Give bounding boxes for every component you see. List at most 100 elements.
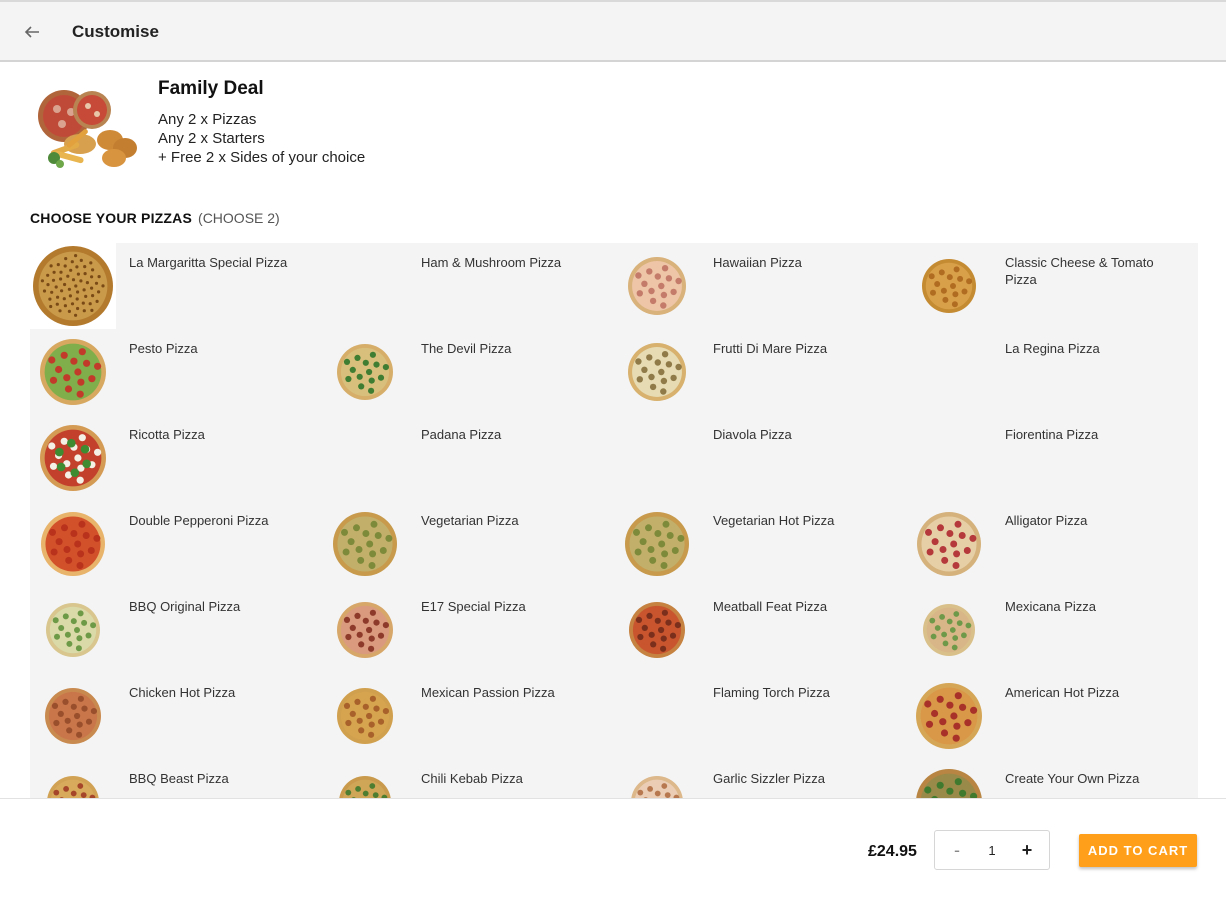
pizza-option[interactable]: Padana Pizza xyxy=(322,415,614,501)
pizza-thumbnail xyxy=(906,501,992,587)
pizza-name: Flaming Torch Pizza xyxy=(713,685,830,700)
pizza-option[interactable]: E17 Special Pizza xyxy=(322,587,614,673)
pizza-option[interactable]: Pesto Pizza xyxy=(30,329,322,415)
pizza-option[interactable]: BBQ Beast Pizza xyxy=(30,759,322,798)
pizza-option[interactable]: Create Your Own Pizza xyxy=(906,759,1198,798)
pizza-name: Chicken Hot Pizza xyxy=(129,685,236,700)
pizza-thumbnail xyxy=(30,673,116,759)
pizza-option[interactable]: Meatball Feat Pizza xyxy=(614,587,906,673)
pizza-option[interactable]: Garlic Sizzler Pizza xyxy=(614,759,906,798)
arrow-back-icon xyxy=(24,26,39,38)
section-heading: CHOOSE YOUR PIZZAS (CHOOSE 2) xyxy=(30,210,280,226)
pizza-image xyxy=(629,602,685,658)
quantity-input[interactable] xyxy=(975,831,1009,869)
pizza-option[interactable]: Classic Cheese & Tomato Pizza xyxy=(906,243,1198,329)
pizza-thumbnail xyxy=(906,673,992,759)
pizza-grid: La Margaritta Special Pizza Ham & Mushroo… xyxy=(30,243,1198,798)
pizza-option[interactable]: Chili Kebab Pizza xyxy=(322,759,614,798)
pizza-image xyxy=(614,415,700,501)
pizza-name: Alligator Pizza xyxy=(1005,513,1088,528)
pizza-image xyxy=(906,329,992,415)
pizza-image xyxy=(40,339,106,405)
pizza-thumbnail xyxy=(322,243,408,329)
pizza-image xyxy=(33,246,113,326)
pizza-thumbnail xyxy=(614,587,700,673)
pizza-thumbnail xyxy=(906,329,992,415)
pizza-thumbnail xyxy=(30,415,116,501)
decrease-quantity-button[interactable]: - xyxy=(939,831,975,869)
pizza-thumbnail xyxy=(322,501,408,587)
pizza-option[interactable]: Diavola Pizza xyxy=(614,415,906,501)
pizza-image xyxy=(47,776,99,798)
pizza-name: Classic Cheese & Tomato Pizza xyxy=(1005,255,1154,287)
pizza-thumbnail xyxy=(322,587,408,673)
back-button[interactable] xyxy=(20,20,44,44)
pizza-name: Padana Pizza xyxy=(421,427,502,442)
pizza-option[interactable]: Chicken Hot Pizza xyxy=(30,673,322,759)
pizza-name: Create Your Own Pizza xyxy=(1005,771,1140,786)
pizza-option[interactable]: Hawaiian Pizza xyxy=(614,243,906,329)
add-to-cart-button[interactable]: ADD TO CART xyxy=(1079,834,1197,867)
pizza-image xyxy=(322,243,408,329)
pizza-name: Vegetarian Pizza xyxy=(421,513,519,528)
pizza-option[interactable]: The Devil Pizza xyxy=(322,329,614,415)
pizza-option[interactable]: Fiorentina Pizza xyxy=(906,415,1198,501)
pizza-option[interactable]: American Hot Pizza xyxy=(906,673,1198,759)
footer-bar: £24.95 - + ADD TO CART xyxy=(0,798,1226,901)
pizza-name: American Hot Pizza xyxy=(1005,685,1120,700)
pizza-thumbnail xyxy=(322,415,408,501)
pizza-thumbnail xyxy=(614,501,700,587)
pizza-name: Ricotta Pizza xyxy=(129,427,205,442)
pizza-name: Double Pepperoni Pizza xyxy=(129,513,269,528)
pizza-option[interactable]: Alligator Pizza xyxy=(906,501,1198,587)
pizza-thumbnail xyxy=(30,243,116,329)
pizza-thumbnail xyxy=(906,587,992,673)
pizza-thumbnail xyxy=(30,501,116,587)
pizza-thumbnail xyxy=(30,329,116,415)
pizza-grid-scroll[interactable]: La Margaritta Special Pizza Ham & Mushroo… xyxy=(30,243,1198,798)
pizza-image xyxy=(614,673,700,759)
section-title: CHOOSE YOUR PIZZAS xyxy=(30,210,193,226)
pizza-name: Pesto Pizza xyxy=(129,341,198,356)
pizza-option[interactable]: Mexican Passion Pizza xyxy=(322,673,614,759)
deal-name: Family Deal xyxy=(158,78,264,99)
pizza-name: Meatball Feat Pizza xyxy=(713,599,828,614)
pizza-name: BBQ Beast Pizza xyxy=(129,771,229,786)
pizza-name: Frutti Di Mare Pizza xyxy=(713,341,828,356)
pizza-name: Fiorentina Pizza xyxy=(1005,427,1099,442)
pizza-image xyxy=(916,769,982,798)
pizza-option[interactable]: Frutti Di Mare Pizza xyxy=(614,329,906,415)
pizza-option[interactable]: Ricotta Pizza xyxy=(30,415,322,501)
deal-line-starters: Any 2 x Starters xyxy=(158,130,265,147)
pizza-image xyxy=(333,512,397,576)
pizza-name: BBQ Original Pizza xyxy=(129,599,241,614)
pizza-name: La Margaritta Special Pizza xyxy=(129,255,288,270)
pizza-option[interactable]: Flaming Torch Pizza xyxy=(614,673,906,759)
deal-line-sides: + Free 2 x Sides of your choice xyxy=(158,149,366,166)
pizza-image xyxy=(41,512,105,576)
pizza-option[interactable]: La Margaritta Special Pizza xyxy=(30,243,322,329)
pizza-option[interactable]: La Regina Pizza xyxy=(906,329,1198,415)
pizza-option[interactable]: BBQ Original Pizza xyxy=(30,587,322,673)
pizza-image xyxy=(916,683,982,749)
pizza-thumbnail xyxy=(30,587,116,673)
pizza-option[interactable]: Mexicana Pizza xyxy=(906,587,1198,673)
increase-quantity-button[interactable]: + xyxy=(1009,831,1045,869)
pizza-image xyxy=(922,259,976,313)
deal-image xyxy=(38,90,137,168)
total-price: £24.95 xyxy=(868,843,917,860)
pizza-option[interactable]: Vegetarian Hot Pizza xyxy=(614,501,906,587)
pizza-thumbnail xyxy=(614,759,700,798)
pizza-image xyxy=(906,415,992,501)
pizza-thumbnail xyxy=(322,759,408,798)
pizza-thumbnail xyxy=(614,673,700,759)
pizza-option[interactable]: Ham & Mushroom Pizza xyxy=(322,243,614,329)
pizza-option[interactable]: Double Pepperoni Pizza xyxy=(30,501,322,587)
pizza-thumbnail xyxy=(614,243,700,329)
pizza-name: La Regina Pizza xyxy=(1005,341,1100,356)
pizza-thumbnail xyxy=(906,759,992,798)
pizza-name: The Devil Pizza xyxy=(421,341,512,356)
pizza-thumbnail xyxy=(906,415,992,501)
pizza-option[interactable]: Vegetarian Pizza xyxy=(322,501,614,587)
pizza-name: Hawaiian Pizza xyxy=(713,255,802,270)
